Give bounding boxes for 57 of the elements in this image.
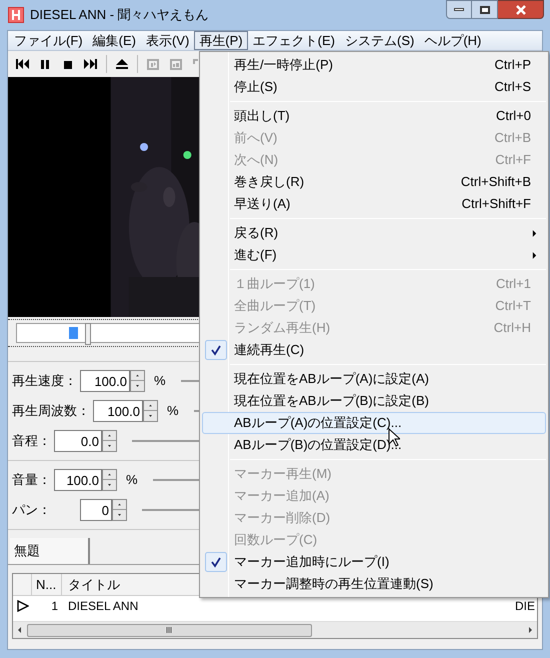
scrollbar-thumb[interactable] — [27, 624, 312, 636]
skip-forward-icon[interactable] — [83, 56, 99, 72]
spin-buttons[interactable] — [112, 499, 127, 521]
number-field[interactable]: 100.0 — [54, 469, 102, 491]
close-icon — [516, 4, 526, 14]
skip-back-icon[interactable] — [14, 56, 30, 72]
table-cell-text: 1 — [50, 598, 59, 615]
menu-item[interactable]: ABループ(A)の位置設定(C)... — [202, 412, 546, 434]
control-label: 再生速度： — [12, 372, 77, 390]
menu-item[interactable]: マーカー追加時にループ(I) — [202, 551, 546, 573]
number-field[interactable]: 0.0 — [54, 430, 102, 452]
menu-item[interactable]: 早送り(A) Ctrl+Shift+F — [202, 193, 546, 215]
close-button[interactable] — [498, 0, 544, 19]
number-field[interactable]: 100.0 — [93, 400, 143, 422]
menu-item[interactable]: 戻る(R) — [202, 222, 546, 244]
unit-label: % — [126, 471, 138, 490]
column-header[interactable]: N... — [32, 574, 62, 595]
table-cell-text: DIESEL ANN — [67, 598, 140, 615]
menu-item[interactable]: 停止(S) Ctrl+S — [202, 76, 546, 98]
menu-item[interactable]: ABループ(B)の位置設定(D)... — [202, 434, 546, 456]
menu-item[interactable]: 進む(F) — [202, 244, 546, 266]
table-cell-text: DIE — [514, 598, 535, 615]
spin-buttons[interactable] — [102, 430, 117, 452]
spin-buttons[interactable] — [102, 469, 117, 491]
menu-item[interactable]: 再生/一時停止(P) Ctrl+P — [202, 54, 546, 76]
number-field[interactable]: 0 — [80, 499, 112, 521]
submenu-arrow-icon — [532, 252, 537, 258]
menu-item[interactable]: 現在位置をABループ(A)に設定(A) — [202, 368, 546, 390]
menu-bar-item[interactable]: ファイル(F) — [9, 31, 88, 50]
menu-item[interactable]: 連続再生(C) — [202, 339, 546, 361]
control-label: パン： — [12, 501, 51, 520]
menu-item[interactable]: 頭出し(T) Ctrl+0 — [202, 105, 546, 127]
playlist-tab[interactable]: 無題 — [10, 538, 90, 564]
grip-icon — [166, 627, 173, 633]
menu-bar-item[interactable]: システム(S) — [340, 31, 420, 50]
menu-bar-item[interactable]: エフェクト(E) — [248, 31, 340, 50]
control-label: 再生周波数： — [12, 402, 90, 420]
maximize-button[interactable] — [472, 0, 498, 19]
spin-buttons[interactable] — [143, 400, 158, 422]
window-title: DIESEL ANN - 聞々ハヤえもん — [30, 6, 209, 24]
control-label: 音量： — [12, 471, 51, 490]
minimize-button[interactable] — [446, 0, 472, 19]
menu-item[interactable]: 現在位置をABループ(B)に設定(B) — [202, 390, 546, 412]
submenu-arrow-icon — [532, 230, 537, 236]
unit-label: % — [167, 402, 179, 420]
eject-icon[interactable] — [114, 56, 130, 72]
spin-buttons[interactable] — [130, 370, 145, 392]
menu-item[interactable]: 巻き戻し(R) Ctrl+Shift+B — [202, 171, 546, 193]
control-label: 音程： — [12, 432, 51, 450]
menu-bar-item[interactable]: 表示(V) — [140, 31, 194, 50]
menu-item[interactable]: マーカー調整時の再生位置連動(S) — [202, 573, 546, 595]
menu-bar-item[interactable]: ヘルプ(H) — [419, 31, 486, 50]
unit-label: % — [154, 372, 166, 390]
app-icon — [8, 7, 24, 23]
menu-bar-item[interactable]: 編集(E) — [88, 31, 141, 50]
menu-bar-item[interactable]: 再生(P) — [194, 31, 248, 50]
number-field[interactable]: 100.0 — [80, 370, 130, 392]
